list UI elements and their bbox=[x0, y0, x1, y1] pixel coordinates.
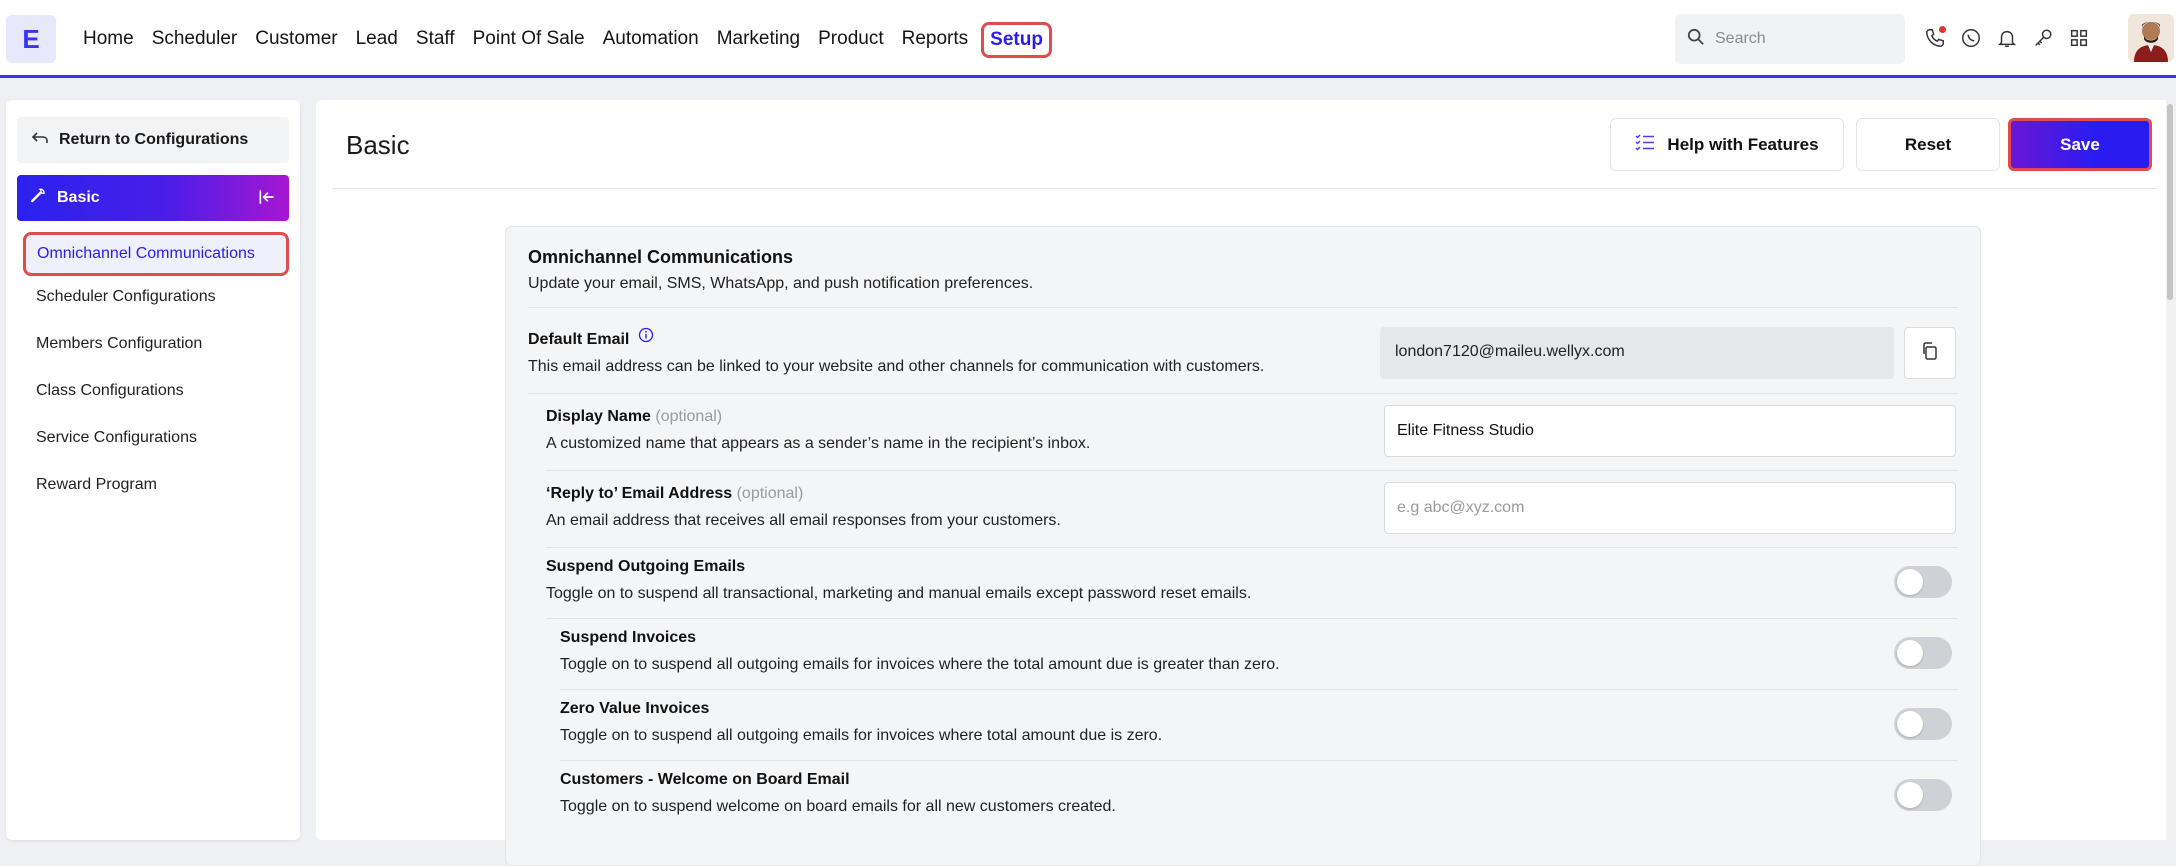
reply-to-description: An email address that receives all email… bbox=[546, 512, 1061, 529]
sidebar-item-class-configurations[interactable]: Class Configurations bbox=[36, 382, 184, 400]
nav-point-of-sale[interactable]: Point Of Sale bbox=[464, 22, 594, 58]
search-input[interactable] bbox=[1715, 30, 1885, 48]
nav-lead[interactable]: Lead bbox=[347, 22, 407, 58]
default-email-description: This email address can be linked to your… bbox=[528, 358, 1265, 375]
return-arrow-icon bbox=[31, 131, 49, 150]
row-divider bbox=[546, 547, 1958, 548]
zero-value-invoices-label: Zero Value Invoices bbox=[560, 700, 710, 717]
row-divider bbox=[560, 760, 1958, 761]
collapse-sidebar-icon[interactable] bbox=[257, 187, 277, 212]
section-label: Basic bbox=[57, 189, 100, 206]
reply-to-label-text: ‘Reply to’ Email Address bbox=[546, 485, 733, 502]
section-header-basic[interactable]: Basic bbox=[17, 175, 289, 221]
suspend-outgoing-emails-label: Suspend Outgoing Emails bbox=[546, 558, 746, 575]
row-divider bbox=[528, 393, 1958, 394]
display-name-label-text: Display Name bbox=[546, 408, 651, 425]
zero-value-invoices-toggle[interactable] bbox=[1894, 708, 1952, 740]
search-icon bbox=[1687, 28, 1705, 51]
help-label: Help with Features bbox=[1667, 134, 1819, 154]
copy-email-button[interactable] bbox=[1904, 327, 1956, 379]
toggle-knob bbox=[1897, 569, 1923, 595]
copy-icon bbox=[1920, 341, 1940, 366]
app-logo[interactable]: E bbox=[6, 15, 56, 63]
help-with-features-button[interactable]: Help with Features bbox=[1610, 118, 1844, 171]
apps-grid-icon[interactable] bbox=[2068, 24, 2090, 52]
wrench-icon bbox=[29, 187, 47, 210]
optional-tag: (optional) bbox=[655, 408, 723, 425]
welcome-on-board-label: Customers - Welcome on Board Email bbox=[560, 771, 850, 788]
main-nav: Home Scheduler Customer Lead Staff Point… bbox=[74, 22, 1052, 58]
row-divider bbox=[560, 689, 1958, 690]
key-icon[interactable] bbox=[2032, 24, 2054, 52]
sidebar-item-reward-program[interactable]: Reward Program bbox=[36, 476, 157, 494]
page-title: Basic bbox=[346, 130, 410, 160]
nav-staff[interactable]: Staff bbox=[407, 22, 464, 58]
sidebar-item-service-configurations[interactable]: Service Configurations bbox=[36, 429, 197, 447]
notification-dot bbox=[1939, 26, 1946, 33]
card-subtitle: Update your email, SMS, WhatsApp, and pu… bbox=[528, 275, 1034, 292]
toggle-knob bbox=[1897, 782, 1923, 808]
whatsapp-icon[interactable] bbox=[1960, 24, 1982, 52]
row-divider bbox=[528, 307, 1958, 308]
row-divider bbox=[546, 470, 1958, 471]
display-name-label: Display Name (optional) bbox=[546, 408, 722, 426]
nav-marketing[interactable]: Marketing bbox=[708, 22, 809, 58]
welcome-on-board-description: Toggle on to suspend welcome on board em… bbox=[560, 798, 1116, 815]
nav-setup[interactable]: Setup bbox=[981, 22, 1052, 58]
nav-reports[interactable]: Reports bbox=[893, 22, 978, 58]
row-divider bbox=[546, 618, 1958, 619]
main-content: Basic Help with Features Reset Save Omni… bbox=[316, 100, 2172, 866]
suspend-invoices-label: Suspend Invoices bbox=[560, 629, 697, 646]
zero-value-invoices-description: Toggle on to suspend all outgoing emails… bbox=[560, 727, 1163, 744]
nav-scheduler[interactable]: Scheduler bbox=[143, 22, 247, 58]
sidebar-item-omnichannel-communications[interactable]: Omnichannel Communications bbox=[23, 232, 289, 276]
checklist-icon bbox=[1635, 133, 1655, 156]
page-scrollbar-thumb[interactable] bbox=[2167, 104, 2173, 300]
phone-icon[interactable] bbox=[1924, 24, 1946, 52]
display-name-input[interactable] bbox=[1384, 405, 1956, 457]
optional-tag: (optional) bbox=[736, 485, 804, 502]
welcome-on-board-toggle[interactable] bbox=[1894, 779, 1952, 811]
sidebar-item-scheduler-configurations[interactable]: Scheduler Configurations bbox=[36, 288, 216, 306]
header-divider bbox=[332, 188, 2158, 189]
reply-to-label: ‘Reply to’ Email Address (optional) bbox=[546, 485, 803, 503]
reset-button[interactable]: Reset bbox=[1856, 118, 2000, 171]
top-navigation-bar: E Home Scheduler Customer Lead Staff Poi… bbox=[0, 0, 2176, 78]
search-box[interactable] bbox=[1675, 14, 1905, 64]
nav-product[interactable]: Product bbox=[809, 22, 892, 58]
suspend-outgoing-emails-toggle[interactable] bbox=[1894, 566, 1952, 598]
suspend-outgoing-emails-description: Toggle on to suspend all transactional, … bbox=[546, 585, 1252, 602]
config-sidebar: Return to Configurations Basic Omnichann… bbox=[6, 100, 300, 840]
display-name-description: A customized name that appears as a send… bbox=[546, 435, 1091, 452]
nav-automation[interactable]: Automation bbox=[594, 22, 708, 58]
sidebar-item-members-configuration[interactable]: Members Configuration bbox=[36, 335, 202, 353]
top-icon-group bbox=[1924, 24, 2090, 52]
toggle-knob bbox=[1897, 711, 1923, 737]
nav-home[interactable]: Home bbox=[74, 22, 143, 58]
default-email-label: Default Email bbox=[528, 327, 654, 349]
suspend-invoices-toggle[interactable] bbox=[1894, 637, 1952, 669]
default-email-value: london7120@maileu.wellyx.com bbox=[1380, 327, 1894, 379]
info-icon[interactable] bbox=[638, 327, 654, 348]
card-title: Omnichannel Communications bbox=[528, 247, 794, 267]
nav-customer[interactable]: Customer bbox=[246, 22, 346, 58]
return-label: Return to Configurations bbox=[59, 131, 249, 148]
toggle-knob bbox=[1897, 640, 1923, 666]
default-email-label-text: Default Email bbox=[528, 331, 630, 348]
suspend-invoices-description: Toggle on to suspend all outgoing emails… bbox=[560, 656, 1280, 673]
omnichannel-settings-card: Omnichannel Communications Update your e… bbox=[505, 226, 1981, 866]
reply-to-email-input[interactable] bbox=[1384, 482, 1956, 534]
bell-icon[interactable] bbox=[1996, 24, 2018, 52]
return-to-configurations-button[interactable]: Return to Configurations bbox=[17, 117, 289, 163]
avatar[interactable] bbox=[2128, 14, 2174, 62]
save-button[interactable]: Save bbox=[2008, 118, 2152, 171]
